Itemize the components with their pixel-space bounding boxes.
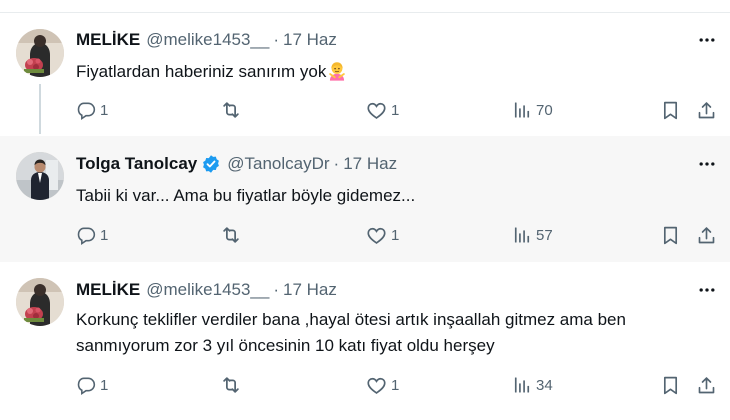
reply-icon <box>76 100 96 120</box>
views-icon <box>512 375 532 395</box>
like-button[interactable]: 1 <box>366 97 399 123</box>
reply-count: 1 <box>100 101 109 119</box>
reply-count: 1 <box>100 226 109 244</box>
tweet-date[interactable]: 17 Haz <box>283 280 337 300</box>
views-button[interactable]: 57 <box>512 222 553 248</box>
avatar[interactable] <box>16 29 64 77</box>
author-handle[interactable]: @melike1453__ <box>146 30 269 50</box>
share-button[interactable] <box>696 222 717 248</box>
views-icon <box>512 100 532 120</box>
retweet-icon <box>220 224 242 246</box>
author-name[interactable]: MELİKE <box>76 30 140 50</box>
reply-button[interactable]: 1 <box>76 222 108 248</box>
tweet-date[interactable]: 17 Haz <box>283 30 337 50</box>
tweet-text-line: sanmıyorum zor 3 yıl öncesinin 10 katı f… <box>76 336 495 355</box>
more-icon[interactable] <box>696 279 718 301</box>
author-handle[interactable]: @melike1453__ <box>146 280 269 300</box>
like-button[interactable]: 1 <box>366 372 399 398</box>
reply-button[interactable]: 1 <box>76 372 108 398</box>
view-count: 57 <box>536 226 553 244</box>
verified-badge-icon[interactable] <box>201 154 221 174</box>
heart-icon <box>366 225 387 246</box>
bookmark-icon <box>660 100 681 121</box>
tweet-text-content: Fiyatlardan haberiniz sanırım yok <box>76 62 327 81</box>
tweet-actions: 1 1 70 <box>76 97 720 123</box>
share-icon <box>696 225 717 246</box>
tweet-text: Fiyatlardan haberiniz sanırım yok <box>76 59 716 85</box>
tweet-text: Tabii ki var... Ama bu fiyatlar böyle gi… <box>76 186 416 205</box>
views-button[interactable]: 34 <box>512 372 553 398</box>
retweet-button[interactable] <box>220 97 246 123</box>
bookmark-button[interactable] <box>660 372 681 398</box>
avatar[interactable] <box>16 152 64 200</box>
bookmark-icon <box>660 375 681 396</box>
retweet-button[interactable] <box>220 372 246 398</box>
separator-dot: · <box>273 280 280 299</box>
heart-icon <box>366 375 387 396</box>
separator-dot: · <box>273 30 280 49</box>
bookmark-button[interactable] <box>660 222 681 248</box>
tweet[interactable]: MELİKE @melike1453__ · 17 Haz Korkunç te… <box>0 262 730 420</box>
reply-icon <box>76 225 96 245</box>
like-count: 1 <box>391 226 400 244</box>
like-button[interactable]: 1 <box>366 222 399 248</box>
tweet-highlighted[interactable]: Tolga Tanolcay @TanolcayDr · 17 Haz Tabi… <box>0 136 730 262</box>
reply-button[interactable]: 1 <box>76 97 108 123</box>
tweet-header: MELİKE @melike1453__ · 17 Haz <box>76 29 337 51</box>
bookmark-icon <box>660 225 681 246</box>
share-icon <box>696 100 717 121</box>
tweet-header: MELİKE @melike1453__ · 17 Haz <box>76 279 337 301</box>
woman-gesturing-icon <box>327 61 347 81</box>
views-icon <box>512 225 532 245</box>
share-button[interactable] <box>696 372 717 398</box>
tweet[interactable]: MELİKE @melike1453__ · 17 Haz Fiyatlarda… <box>0 13 730 136</box>
like-count: 1 <box>391 101 400 119</box>
like-count: 1 <box>391 376 400 394</box>
author-handle[interactable]: @TanolcayDr <box>227 154 329 174</box>
heart-icon <box>366 100 387 121</box>
views-button[interactable]: 70 <box>512 97 553 123</box>
tweet-actions: 1 1 34 <box>76 372 720 398</box>
author-name[interactable]: MELİKE <box>76 280 140 300</box>
tweet-text-line: Korkunç teklifler verdiler bana ,hayal ö… <box>76 310 626 329</box>
share-button[interactable] <box>696 97 717 123</box>
retweet-button[interactable] <box>220 222 246 248</box>
reply-count: 1 <box>100 376 109 394</box>
view-count: 70 <box>536 101 553 119</box>
more-icon[interactable] <box>696 29 718 51</box>
retweet-icon <box>220 99 242 121</box>
view-count: 34 <box>536 376 553 394</box>
tweet-actions: 1 1 57 <box>76 222 720 248</box>
bookmark-button[interactable] <box>660 97 681 123</box>
more-icon[interactable] <box>696 153 718 175</box>
tweet-header: Tolga Tanolcay @TanolcayDr · 17 Haz <box>76 153 397 175</box>
avatar[interactable] <box>16 278 64 326</box>
tweet-text: Korkunç teklifler verdiler bana ,hayal ö… <box>76 307 716 359</box>
author-name[interactable]: Tolga Tanolcay <box>76 154 197 174</box>
share-icon <box>696 375 717 396</box>
separator-dot: · <box>333 154 340 173</box>
tweet-date[interactable]: 17 Haz <box>343 154 397 174</box>
retweet-icon <box>220 374 242 396</box>
reply-icon <box>76 375 96 395</box>
